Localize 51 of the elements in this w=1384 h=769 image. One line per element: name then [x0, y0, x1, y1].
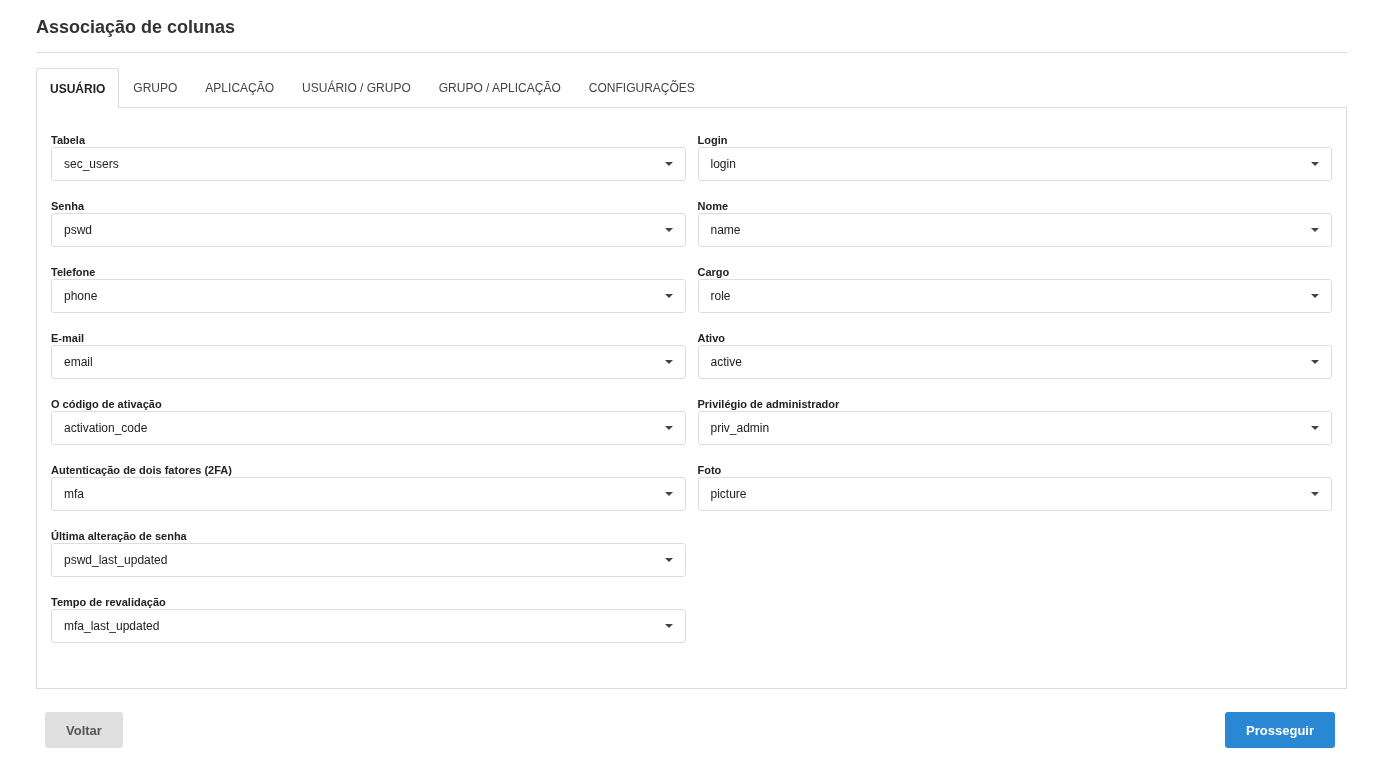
field-label: E-mail: [51, 332, 85, 345]
caret-icon: [664, 426, 673, 430]
caret-icon: [664, 360, 673, 364]
field-label: Telefone: [51, 266, 97, 279]
select-field[interactable]: priv_admin: [697, 411, 1332, 445]
select-field[interactable]: name: [697, 213, 1332, 247]
field-label: Tabela: [51, 134, 87, 147]
field-label: Foto: [697, 464, 723, 477]
page-title: Associação de colunas: [36, 16, 237, 39]
caret-icon: [664, 558, 673, 562]
caret-icon: [1311, 228, 1319, 232]
caret-icon: [1311, 162, 1319, 166]
select-field[interactable]: picture: [697, 477, 1332, 511]
field-label: Login: [697, 134, 729, 147]
caret-icon: [1311, 492, 1319, 496]
select-field[interactable]: activation_code: [51, 411, 686, 445]
select-field[interactable]: phone: [51, 279, 686, 313]
field-label: Autenticação de dois fatores (2FA): [51, 464, 233, 477]
caret-icon: [664, 492, 673, 496]
select-field[interactable]: mfa_last_updated: [51, 609, 686, 643]
field-label: Cargo: [697, 266, 731, 279]
select-field[interactable]: role: [697, 279, 1332, 313]
caret-icon: [1311, 294, 1319, 298]
caret-icon: [664, 162, 673, 166]
field-label: Privilégio de administrador: [697, 398, 841, 411]
tab[interactable]: GRUPO: [119, 68, 192, 107]
select-field[interactable]: login: [697, 147, 1332, 181]
tab[interactable]: CONFIGURAÇÕES: [574, 68, 709, 107]
caret-icon: [664, 624, 673, 628]
caret-icon: [1311, 426, 1319, 430]
back-button[interactable]: Voltar: [45, 712, 123, 748]
field-label: Senha: [51, 200, 86, 213]
field-label: Ativo: [697, 332, 726, 345]
tab[interactable]: USUÁRIO: [36, 68, 120, 108]
caret-icon: [1311, 360, 1319, 364]
select-field[interactable]: mfa: [51, 477, 686, 511]
field-label: Tempo de revalidação: [51, 596, 167, 609]
continue-button[interactable]: Prosseguir: [1225, 712, 1335, 748]
field-label: Última alteração de senha: [51, 530, 188, 543]
select-field[interactable]: pswd_last_updated: [51, 543, 686, 577]
select-field[interactable]: active: [697, 345, 1332, 379]
field-label: Nome: [697, 200, 730, 213]
field-label: O código de ativação: [51, 398, 163, 411]
caret-icon: [664, 228, 673, 232]
select-field[interactable]: sec_users: [51, 147, 686, 181]
caret-icon: [664, 294, 673, 298]
tab[interactable]: USUÁRIO / GRUPO: [288, 68, 425, 107]
select-field[interactable]: email: [51, 345, 686, 379]
tab[interactable]: APLICAÇÃO: [191, 68, 289, 107]
tab[interactable]: GRUPO / APLICAÇÃO: [424, 68, 575, 107]
select-field[interactable]: pswd: [51, 213, 686, 247]
